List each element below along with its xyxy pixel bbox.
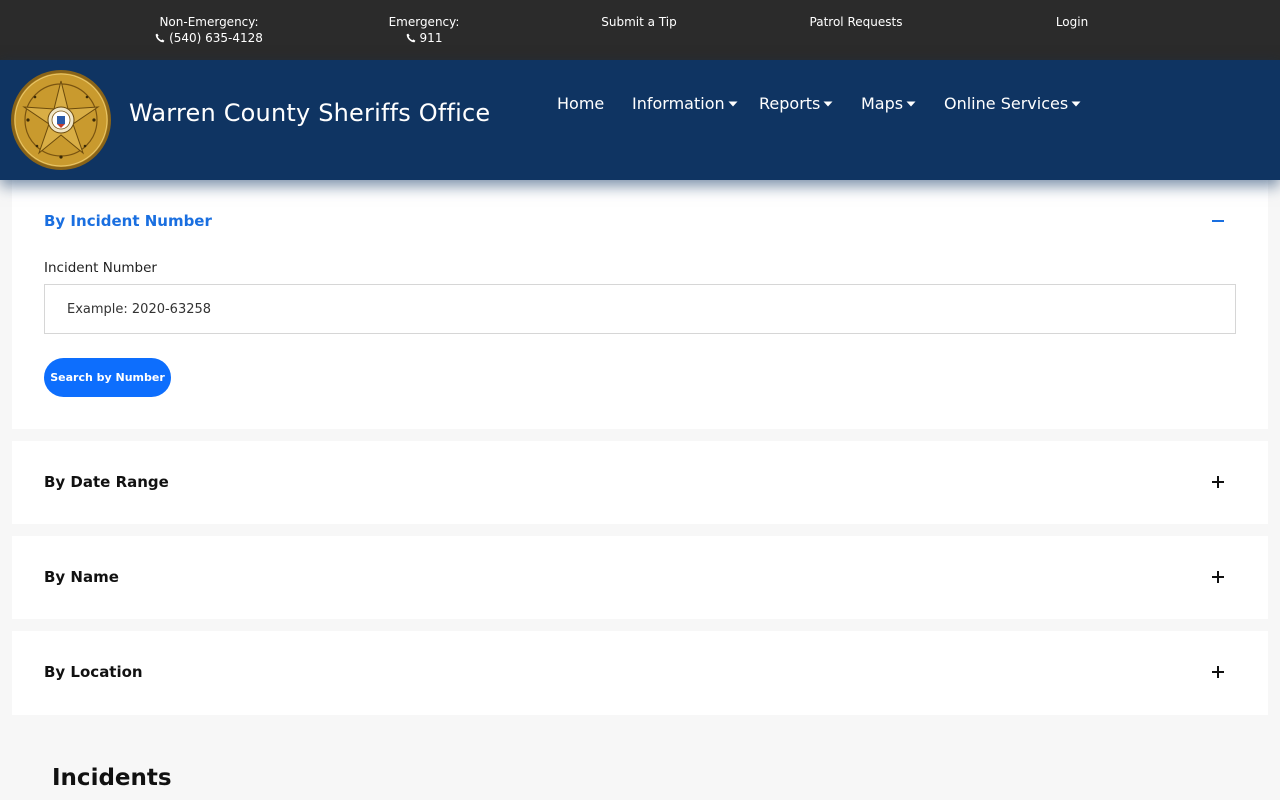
- emergency-phone: 911: [419, 31, 443, 45]
- collapse-minus-icon[interactable]: [1210, 213, 1226, 229]
- location-panel: By Location: [12, 631, 1268, 715]
- phone-icon: [406, 33, 416, 43]
- nav-reports[interactable]: Reports: [759, 94, 833, 113]
- nav-maps[interactable]: Maps: [861, 94, 916, 113]
- sheriff-badge-logo[interactable]: [10, 69, 112, 171]
- incident-number-panel-title: By Incident Number: [44, 212, 212, 230]
- nav-online-services-label: Online Services: [944, 94, 1069, 113]
- emergency-contact[interactable]: Emergency: 911: [344, 14, 504, 46]
- date-range-panel-header[interactable]: By Date Range: [44, 471, 1236, 493]
- location-panel-title: By Location: [44, 663, 143, 681]
- patrol-requests-link[interactable]: Patrol Requests: [776, 14, 936, 30]
- caret-down-icon: [1071, 100, 1081, 108]
- nav-maps-label: Maps: [861, 94, 904, 113]
- submit-tip-link[interactable]: Submit a Tip: [559, 14, 719, 30]
- nav-online-services[interactable]: Online Services: [944, 94, 1081, 113]
- login-link[interactable]: Login: [992, 14, 1152, 30]
- caret-down-icon: [906, 100, 916, 108]
- caret-down-icon: [823, 100, 833, 108]
- non-emergency-label: Non-Emergency:: [159, 15, 259, 29]
- caret-down-icon: [728, 100, 738, 108]
- phone-icon: [155, 33, 165, 43]
- site-header: Warren County Sheriffs Office Home Infor…: [0, 60, 1280, 180]
- name-panel-header[interactable]: By Name: [44, 566, 1236, 588]
- date-range-panel-title: By Date Range: [44, 473, 169, 491]
- incident-number-label: Incident Number: [44, 260, 157, 276]
- nav-information[interactable]: Information: [632, 94, 738, 113]
- non-emergency-contact[interactable]: Non-Emergency: (540) 635-4128: [129, 14, 289, 46]
- expand-plus-icon[interactable]: [1210, 664, 1226, 680]
- incident-number-panel: By Incident Number Incident Number Searc…: [12, 180, 1268, 429]
- search-by-number-button[interactable]: Search by Number: [44, 358, 171, 397]
- name-panel: By Name: [12, 536, 1268, 619]
- incident-number-input[interactable]: [44, 284, 1236, 334]
- non-emergency-phone: (540) 635-4128: [169, 31, 263, 45]
- nav-home-label: Home: [557, 94, 605, 113]
- main-nav: Home Information Reports Maps Online Ser…: [0, 94, 1280, 118]
- location-panel-header[interactable]: By Location: [44, 661, 1236, 683]
- incident-number-panel-header[interactable]: By Incident Number: [44, 210, 1236, 232]
- nav-home[interactable]: Home: [557, 94, 604, 113]
- date-range-panel: By Date Range: [12, 441, 1268, 524]
- utility-bar: Non-Emergency: (540) 635-4128 Emergency:…: [0, 0, 1280, 60]
- expand-plus-icon[interactable]: [1210, 569, 1226, 585]
- incidents-heading: Incidents: [52, 765, 172, 791]
- nav-reports-label: Reports: [759, 94, 821, 113]
- name-panel-title: By Name: [44, 568, 119, 586]
- nav-information-label: Information: [632, 94, 725, 113]
- expand-plus-icon[interactable]: [1210, 474, 1226, 490]
- emergency-label: Emergency:: [388, 15, 460, 29]
